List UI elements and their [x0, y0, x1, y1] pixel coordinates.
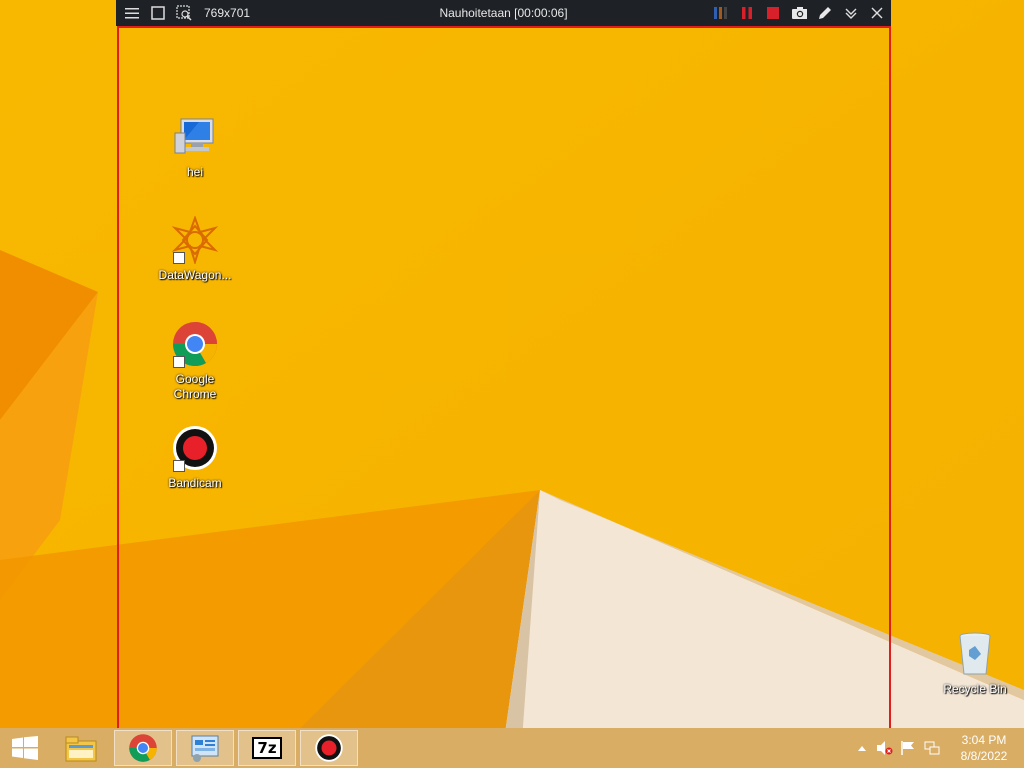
taskbar-7zip[interactable]: 7z [238, 730, 296, 766]
recording-indicator-icon [713, 5, 729, 21]
7zip-icon-label: 7z [257, 739, 277, 757]
taskbar-file-explorer[interactable] [52, 730, 110, 766]
clock-date: 8/8/2022 [960, 749, 1008, 763]
collapse-icon[interactable] [843, 5, 859, 21]
shortcut-arrow-icon [173, 460, 185, 472]
desktop-icon-hei[interactable]: hei [155, 113, 235, 180]
desktop-icon-datawagon[interactable]: DataWagon... [155, 215, 235, 283]
computer-icon [171, 113, 219, 161]
file-explorer-icon [65, 736, 97, 762]
start-button[interactable] [0, 730, 50, 766]
clock-time: 3:04 PM [961, 733, 1007, 747]
pencil-icon[interactable] [817, 5, 833, 21]
desktop-icon-google-chrome[interactable]: Google Chrome [155, 320, 235, 402]
chrome-icon [129, 734, 157, 762]
desktop-icon-label: Google Chrome [173, 372, 217, 401]
control-panel-icon [191, 735, 219, 762]
square-icon[interactable] [150, 5, 166, 21]
taskbar-chrome[interactable] [114, 730, 172, 766]
volume-muted-icon[interactable] [872, 740, 896, 756]
stop-icon[interactable] [765, 5, 781, 21]
windows-start-icon [12, 736, 38, 760]
bandicam-icon [315, 734, 343, 762]
chrome-icon [171, 320, 219, 368]
desktop-wallpaper [0, 0, 1024, 768]
desktop-icon-label: Bandicam [168, 476, 222, 490]
desktop-icon-label: DataWagon... [158, 268, 232, 282]
taskbar-control-panel[interactable] [176, 730, 234, 766]
taskbar-clock[interactable]: 3:04 PM 8/8/2022 [944, 732, 1024, 764]
desktop-icon-label: hei [186, 165, 203, 179]
taskbar-bandicam[interactable] [300, 730, 358, 766]
close-icon[interactable] [869, 5, 885, 21]
pause-icon[interactable] [739, 5, 755, 21]
bandicam-icon [171, 424, 219, 472]
desktop-icon-recycle-bin[interactable]: Recycle Bin [935, 630, 1015, 697]
show-hidden-icon[interactable] [852, 744, 872, 752]
recycle-bin-icon [951, 630, 999, 678]
desktop-icon-bandicam[interactable]: Bandicam [155, 424, 235, 491]
action-center-flag-icon[interactable] [896, 740, 920, 756]
shortcut-arrow-icon [173, 356, 185, 368]
datawagon-icon [171, 215, 219, 266]
taskbar: 7z 3:04 PM 8/8/2022 [0, 728, 1024, 768]
shortcut-arrow-icon [173, 252, 185, 264]
region-size-label[interactable]: 769x701 [204, 6, 250, 20]
hamburger-icon[interactable] [124, 5, 140, 21]
desktop-icon-label: Recycle Bin [943, 682, 1007, 696]
network-icon[interactable] [920, 740, 944, 756]
region-select-icon[interactable] [176, 5, 192, 21]
7zip-icon: 7z [252, 737, 282, 759]
camera-icon[interactable] [791, 5, 807, 21]
system-tray: 3:04 PM 8/8/2022 [852, 728, 1024, 768]
bandicam-toolbar: 769x701 Nauhoitetaan [00:00:06] [116, 0, 891, 26]
